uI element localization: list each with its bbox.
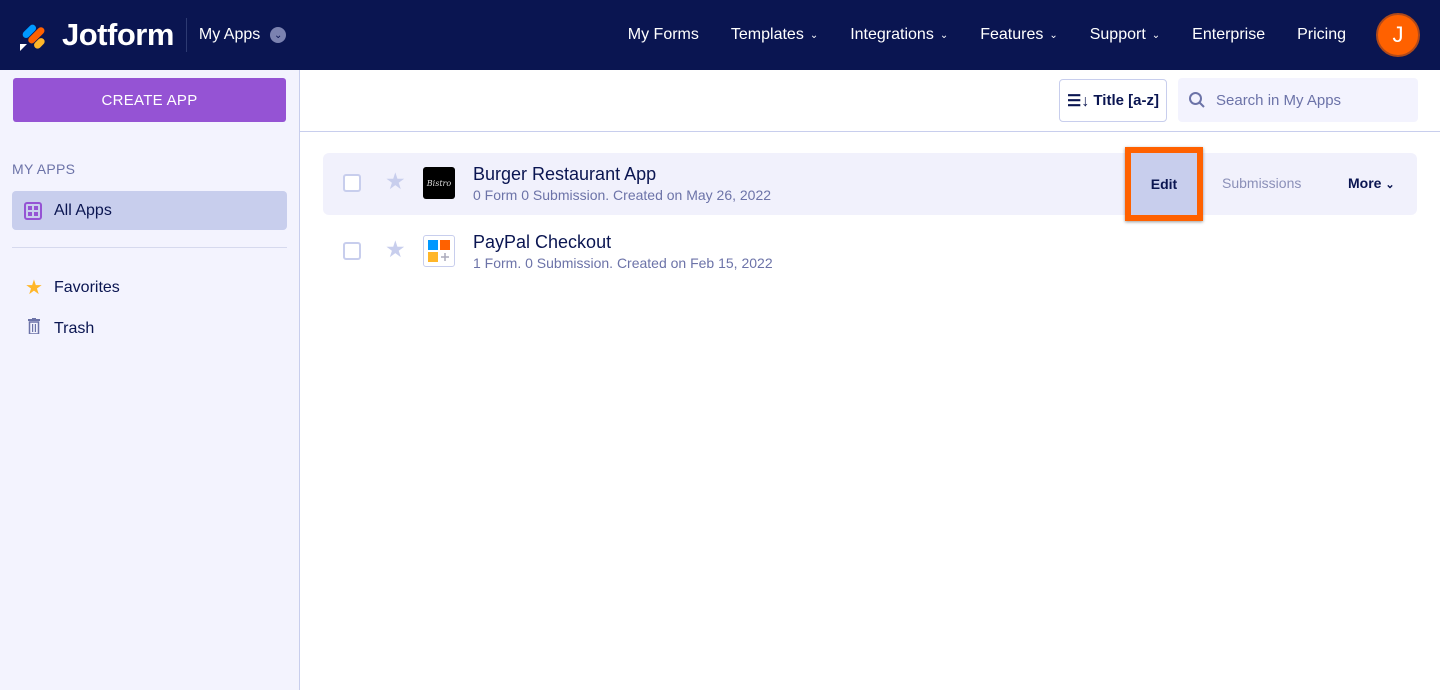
star-icon[interactable]: ★: [385, 236, 406, 263]
brand-name: Jotform: [62, 17, 174, 52]
star-icon[interactable]: ★: [385, 168, 406, 195]
chevron-down-icon: ⌄: [809, 29, 819, 41]
sidebar-item-label: Favorites: [54, 278, 120, 296]
nav-label: Features: [980, 26, 1044, 43]
search-input[interactable]: Search in My Apps: [1178, 78, 1418, 122]
app-row[interactable]: ★ Bistro Burger Restaurant App 0 Form 0 …: [323, 147, 1417, 221]
row-checkbox[interactable]: [343, 242, 361, 260]
edit-button[interactable]: Edit: [1125, 147, 1203, 221]
app-thumbnail: Bistro: [423, 167, 455, 199]
divider: [12, 247, 287, 248]
nav-integrations[interactable]: Integrations ⌄: [850, 26, 948, 44]
sidebar-item-label: Trash: [54, 319, 95, 337]
divider: [185, 18, 187, 52]
nav-label: Support: [1089, 26, 1146, 43]
jotform-logo-icon: [20, 24, 45, 51]
sidebar-item-favorites[interactable]: ★ Favorites: [24, 275, 120, 300]
sort-icon: ☰↓: [1067, 92, 1090, 110]
toolbar: ☰↓ Title [a-z] Search in My Apps: [300, 70, 1440, 132]
chevron-down-icon: ⌄: [1151, 29, 1161, 41]
sort-label: Title [a-z]: [1093, 92, 1159, 109]
sidebar-item-label: All Apps: [54, 201, 112, 219]
my-apps-switcher[interactable]: My Apps ⌄: [198, 26, 287, 44]
nav-support[interactable]: Support ⌄: [1090, 26, 1160, 44]
sidebar: CREATE APP MY APPS All Apps ★ Favorites …: [0, 70, 300, 690]
chevron-down-icon: ⌄: [1385, 179, 1395, 191]
grid-icon: [24, 201, 42, 220]
more-label: More: [1348, 175, 1382, 191]
avatar[interactable]: J: [1376, 13, 1420, 57]
nav-enterprise[interactable]: Enterprise: [1192, 26, 1265, 44]
submissions-button[interactable]: Submissions: [1222, 175, 1301, 191]
main-nav: My Forms Templates ⌄ Integrations ⌄ Featur…: [596, 26, 1346, 44]
app-name[interactable]: Burger Restaurant App: [473, 164, 656, 185]
sidebar-title: MY APPS: [12, 161, 76, 177]
search-icon: [1189, 92, 1205, 108]
nav-label: Enterprise: [1192, 26, 1266, 43]
trash-icon: [24, 318, 44, 339]
app-meta: 0 Form 0 Submission. Created on May 26, …: [473, 187, 772, 203]
app-thumbnail: [423, 235, 455, 267]
app-name[interactable]: PayPal Checkout: [473, 232, 611, 253]
sort-button[interactable]: ☰↓ Title [a-z]: [1059, 79, 1167, 122]
more-button[interactable]: More ⌄: [1348, 175, 1395, 191]
top-nav: Jotform My Apps ⌄ My Forms Templates ⌄ In…: [0, 0, 1440, 70]
section-label: My Apps: [198, 26, 261, 43]
create-app-button[interactable]: CREATE APP: [13, 78, 286, 122]
chevron-down-icon: ⌄: [270, 27, 287, 43]
nav-label: Pricing: [1297, 26, 1346, 43]
sidebar-item-all-apps[interactable]: All Apps: [12, 191, 287, 230]
app-row[interactable]: ★ PayPal Checkout 1 Form. 0 Submission. …: [323, 221, 1417, 283]
nav-pricing[interactable]: Pricing: [1297, 26, 1346, 44]
app-meta: 1 Form. 0 Submission. Created on Feb 15,…: [473, 255, 773, 271]
nav-templates[interactable]: Templates ⌄: [731, 26, 818, 44]
nav-label: My Forms: [627, 26, 699, 43]
chevron-down-icon: ⌄: [939, 29, 949, 41]
nav-features[interactable]: Features ⌄: [980, 26, 1058, 44]
jotform-logo[interactable]: Jotform: [18, 17, 174, 53]
nav-label: Integrations: [850, 26, 934, 43]
search-placeholder: Search in My Apps: [1216, 91, 1342, 109]
sidebar-item-trash[interactable]: Trash: [24, 318, 94, 339]
chevron-down-icon: ⌄: [1049, 29, 1058, 41]
row-checkbox[interactable]: [343, 174, 361, 192]
star-icon: ★: [25, 277, 43, 299]
nav-my-forms[interactable]: My Forms: [628, 26, 699, 44]
nav-label: Templates: [730, 26, 804, 43]
